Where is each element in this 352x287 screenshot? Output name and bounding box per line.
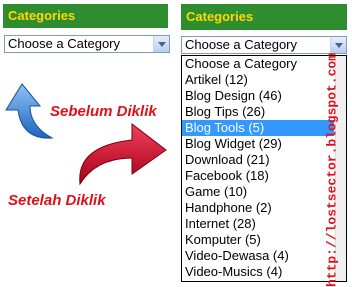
right-categories-header: Categories	[181, 4, 347, 30]
dropdown-option[interactable]: Choose a Category	[182, 56, 334, 72]
left-category-select[interactable]: Choose a Category	[4, 35, 170, 53]
blog-url-watermark: http://lostsector.blogspot.com	[320, 53, 344, 287]
left-categories-header: Categories	[3, 4, 168, 28]
left-categories-title: Categories	[8, 8, 76, 23]
dropdown-option[interactable]: Handphone (2)	[182, 200, 334, 216]
dropdown-option[interactable]: Facebook (18)	[182, 168, 334, 184]
right-select-value: Choose a Category	[185, 37, 298, 52]
dropdown-option-highlighted[interactable]: Blog Tools (5)	[182, 120, 334, 136]
right-category-select[interactable]: Choose a Category	[181, 36, 347, 54]
dropdown-option[interactable]: Download (21)	[182, 152, 334, 168]
left-select-value: Choose a Category	[8, 36, 121, 51]
dropdown-option[interactable]: Internet (28)	[182, 216, 334, 232]
right-categories-title: Categories	[186, 9, 254, 24]
chevron-down-icon[interactable]	[153, 36, 169, 52]
before-click-label: Sebelum Diklik	[50, 103, 157, 120]
dropdown-option[interactable]: Blog Widget (29)	[182, 136, 334, 152]
dropdown-option[interactable]: Komputer (5)	[182, 232, 334, 248]
chevron-down-icon[interactable]	[330, 37, 346, 53]
watermark-text: http://lostsector.blogspot.com	[324, 52, 340, 287]
dropdown-option[interactable]: Video-Dewasa (4)	[182, 248, 334, 264]
after-click-label: Setelah Diklik	[8, 192, 106, 209]
dropdown-option[interactable]: Blog Design (46)	[182, 88, 334, 104]
dropdown-option[interactable]: Video-Musics (4)	[182, 264, 334, 280]
curved-right-arrow-icon	[79, 122, 167, 186]
dropdown-option[interactable]: Blog Tips (26)	[182, 104, 334, 120]
dropdown-option[interactable]: Artikel (12)	[182, 72, 334, 88]
dropdown-option[interactable]: Game (10)	[182, 184, 334, 200]
